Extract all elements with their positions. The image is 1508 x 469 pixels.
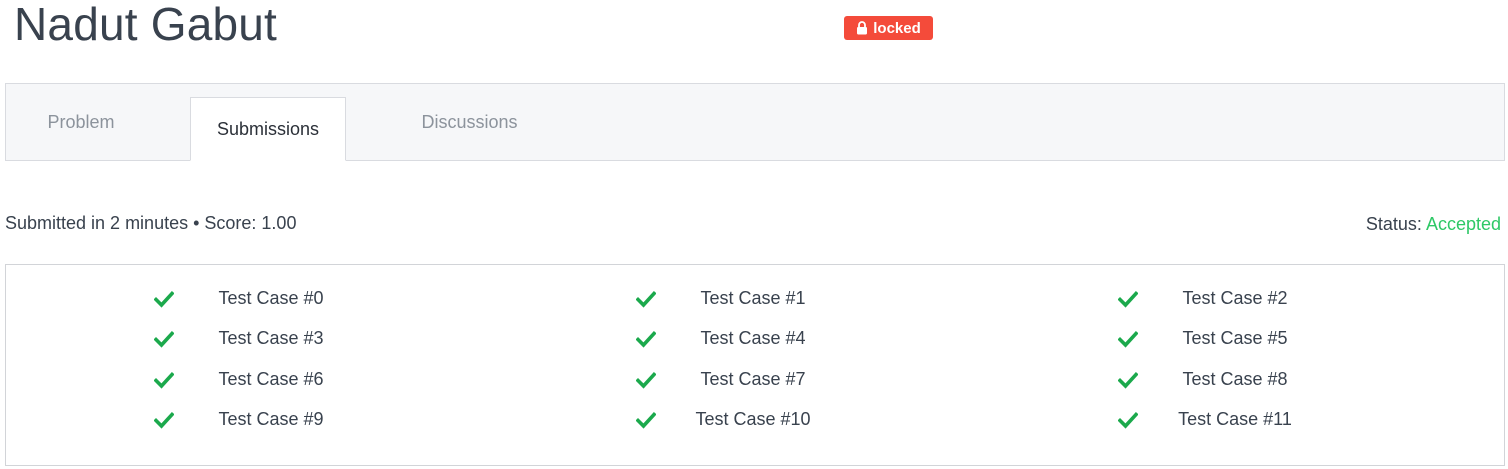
status-value: Accepted (1425, 214, 1501, 234)
test-case-label[interactable]: Test Case #6 (218, 369, 323, 390)
check-icon (1117, 330, 1139, 348)
badge-label: locked (873, 19, 921, 37)
tab-submissions[interactable]: Submissions (190, 97, 346, 161)
tab-discussions[interactable]: Discussions (376, 84, 563, 160)
tab-bar: Problem Submissions Discussions (5, 83, 1505, 161)
check-icon (153, 411, 175, 429)
check-icon (153, 290, 175, 308)
test-case-label[interactable]: Test Case #10 (695, 409, 810, 430)
check-icon (635, 371, 657, 389)
page-title: Nadut Gabut (14, 0, 278, 50)
tab-problem[interactable]: Problem (6, 84, 156, 160)
check-icon (635, 411, 657, 429)
test-case-label[interactable]: Test Case #8 (1182, 369, 1287, 390)
check-icon (635, 330, 657, 348)
test-case-label[interactable]: Test Case #1 (700, 288, 805, 309)
check-icon (1117, 371, 1139, 389)
test-case-label[interactable]: Test Case #4 (700, 328, 805, 349)
submission-status: Status: Accepted (1366, 214, 1501, 235)
check-icon (1117, 411, 1139, 429)
locked-badge: locked (844, 16, 933, 40)
test-case-label[interactable]: Test Case #3 (218, 328, 323, 349)
status-label: Status: (1365, 214, 1422, 234)
test-case-label[interactable]: Test Case #2 (1182, 288, 1287, 309)
submission-summary: Submitted in 2 minutes • Score: 1.00 (5, 213, 297, 233)
lock-icon (856, 21, 868, 35)
test-case-label[interactable]: Test Case #0 (218, 288, 323, 309)
test-case-label[interactable]: Test Case #11 (1178, 409, 1292, 430)
test-case-label[interactable]: Test Case #9 (218, 409, 323, 430)
test-case-grid: Test Case #0 Test Case #1 Test Case #2 Test… (5, 264, 1505, 466)
test-case-label[interactable]: Test Case #7 (700, 369, 805, 390)
check-icon (1117, 290, 1139, 308)
check-icon (153, 371, 175, 389)
check-icon (635, 290, 657, 308)
test-case-label[interactable]: Test Case #5 (1182, 328, 1287, 349)
check-icon (153, 330, 175, 348)
